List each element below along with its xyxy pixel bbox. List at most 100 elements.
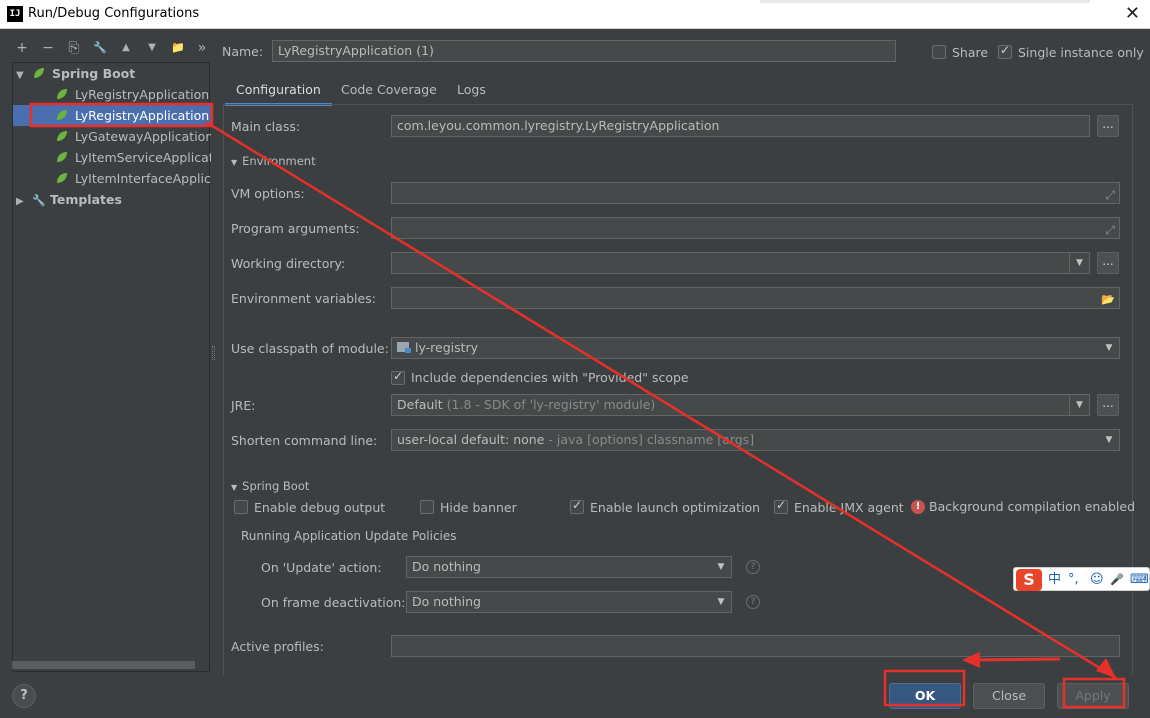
main-class-field[interactable]: com.leyou.common.lyregistry.LyRegistryAp… (391, 115, 1090, 137)
ok-button[interactable]: OK (889, 683, 961, 709)
window-close-button[interactable]: ✕ (1125, 3, 1140, 24)
expand-icon[interactable]: ⤢ (1105, 220, 1115, 238)
spring-boot-config-icon (56, 89, 67, 99)
tree-item-label: LyItemServiceApplication (74, 150, 211, 165)
active-profiles-label: Active profiles: (231, 639, 324, 654)
hide-banner-checkbox[interactable] (420, 500, 434, 514)
enable-jmx-agent-label: Enable JMX agent (794, 500, 904, 515)
enable-debug-output-checkbox[interactable] (234, 500, 248, 514)
chevron-down-icon[interactable]: ▼ (1099, 338, 1119, 358)
main-class-browse-button[interactable]: ... (1097, 115, 1119, 137)
shorten-command-line-select[interactable]: user-local default: none - java [options… (391, 429, 1120, 451)
environment-section-toggle[interactable]: ▼ Environment (231, 154, 316, 168)
program-arguments-label: Program arguments: (231, 221, 360, 236)
tree-item-ly-item-interface[interactable]: LyItemInterfaceApplication (13, 168, 211, 189)
tree-item-label: LyGatewayApplication (74, 129, 211, 144)
hide-banner-label: Hide banner (440, 500, 517, 515)
environment-variables-label: Environment variables: (231, 291, 376, 306)
shorten-command-line-value: user-local default: none (397, 432, 545, 447)
folder-add-icon[interactable]: 📁 (168, 39, 188, 57)
panel-splitter[interactable] (212, 346, 215, 360)
working-directory-field[interactable]: ▼ (391, 252, 1090, 274)
apply-button[interactable]: Apply (1057, 683, 1129, 709)
window-title: Run/Debug Configurations (28, 6, 200, 21)
enable-launch-optimization-checkbox[interactable] (570, 498, 584, 514)
tree-item-ly-registry-1[interactable]: LyRegistryApplication (1) (13, 105, 211, 126)
add-icon[interactable]: + (12, 39, 32, 57)
tree-horizontal-scrollbar[interactable] (12, 661, 195, 669)
move-up-icon[interactable]: ▲ (116, 39, 136, 57)
spring-boot-section-toggle[interactable]: ▼ Spring Boot (231, 479, 309, 493)
module-folder-icon (397, 342, 411, 353)
chevron-down-icon[interactable]: ▼ (711, 557, 731, 577)
spring-boot-config-icon (56, 152, 67, 162)
ime-punctuation[interactable]: °, (1068, 569, 1079, 591)
remove-icon[interactable]: − (38, 39, 58, 57)
keyboard-icon[interactable]: ⌨ (1130, 569, 1149, 591)
wrench-icon[interactable]: 🔧 (90, 39, 110, 57)
tab-logs[interactable]: Logs (446, 76, 497, 106)
sogou-logo-icon: S (1016, 569, 1042, 591)
tree-item-ly-item-service[interactable]: LyItemServiceApplication (13, 147, 211, 168)
on-update-label: On 'Update' action: (261, 560, 382, 575)
copy-icon[interactable]: ⎘ (64, 39, 84, 57)
ime-chinese-mode[interactable]: 中 (1048, 569, 1061, 591)
enable-jmx-agent-checkbox[interactable] (774, 498, 788, 514)
help-icon[interactable]: ? (746, 560, 760, 574)
spring-boot-config-icon (56, 110, 67, 120)
emoji-icon[interactable]: ☺ (1090, 569, 1104, 591)
expand-arrow-icon[interactable]: ▼ (16, 65, 28, 84)
update-policies-title: Running Application Update Policies (241, 529, 457, 543)
chevron-down-icon[interactable]: ▼ (1069, 253, 1089, 273)
include-dependencies-checkbox[interactable] (391, 369, 405, 385)
wrench-icon: 🔧 (31, 194, 46, 207)
environment-variables-field[interactable]: 📂 (391, 287, 1120, 309)
on-update-select[interactable]: Do nothing ▼ (406, 556, 732, 578)
move-down-icon[interactable]: ▼ (142, 39, 162, 57)
tab-code-coverage[interactable]: Code Coverage (330, 76, 448, 106)
active-profiles-field[interactable] (391, 635, 1120, 657)
jre-browse-button[interactable]: ... (1097, 394, 1119, 416)
help-icon[interactable]: ? (746, 595, 760, 609)
collapse-arrow-icon[interactable]: ▶ (16, 191, 28, 210)
expand-icon[interactable]: ⤢ (1105, 185, 1115, 203)
warning-icon: ! (911, 500, 925, 514)
tree-item-label: LyRegistryApplication (74, 87, 210, 102)
tree-item-ly-gateway[interactable]: LyGatewayApplication (13, 126, 211, 147)
configuration-tree[interactable]: ▼ Spring Boot LyRegistryApplication LyRe… (12, 62, 211, 672)
ime-toolbar[interactable]: S 中 °, ☺ 🎤 ⌨ (1013, 567, 1150, 591)
enable-launch-optimization-label: Enable launch optimization (590, 500, 761, 515)
tab-configuration[interactable]: Configuration (225, 76, 332, 106)
program-arguments-field[interactable]: ⤢ (391, 217, 1120, 239)
environment-section-title: Environment (242, 154, 316, 168)
on-update-value: Do nothing (412, 559, 481, 574)
on-frame-deactivation-select[interactable]: Do nothing ▼ (406, 591, 732, 613)
vm-options-field[interactable]: ⤢ (391, 182, 1120, 204)
tree-group-label: Templates (49, 192, 122, 207)
jre-label: JRE: (231, 398, 256, 413)
include-dependencies-label: Include dependencies with "Provided" sco… (411, 370, 689, 385)
classpath-module-value: ly-registry (415, 340, 479, 355)
tree-item-label: LyItemInterfaceApplication (74, 171, 211, 186)
tree-group-spring-boot[interactable]: ▼ Spring Boot (13, 63, 211, 84)
config-toolbar: + − ⎘ 🔧 ▲ ▼ 📁 » (8, 36, 213, 62)
chevron-down-icon[interactable]: ▼ (1069, 395, 1089, 415)
close-button[interactable]: Close (973, 683, 1045, 709)
folder-icon[interactable]: 📂 (1101, 290, 1115, 308)
on-frame-deactivation-value: Do nothing (412, 594, 481, 609)
working-directory-browse-button[interactable]: ... (1097, 252, 1119, 274)
chevron-down-icon[interactable]: ▼ (711, 592, 731, 612)
spring-boot-icon (33, 68, 44, 78)
chevron-down-icon[interactable]: ▼ (1099, 430, 1119, 450)
share-checkbox[interactable] (932, 45, 946, 59)
help-button[interactable]: ? (12, 684, 36, 708)
tree-item-ly-registry[interactable]: LyRegistryApplication (13, 84, 211, 105)
microphone-icon[interactable]: 🎤 (1110, 569, 1124, 591)
name-field[interactable]: LyRegistryApplication (1) (272, 40, 896, 62)
single-instance-checkbox[interactable] (998, 43, 1012, 59)
jre-value-detail: (1.8 - SDK of 'ly-registry' module) (446, 397, 656, 412)
more-icon[interactable]: » (192, 39, 212, 57)
tree-group-templates[interactable]: ▶ 🔧 Templates (13, 189, 211, 210)
jre-select[interactable]: Default (1.8 - SDK of 'ly-registry' modu… (391, 394, 1090, 416)
classpath-module-select[interactable]: ly-registry ▼ (391, 337, 1120, 359)
